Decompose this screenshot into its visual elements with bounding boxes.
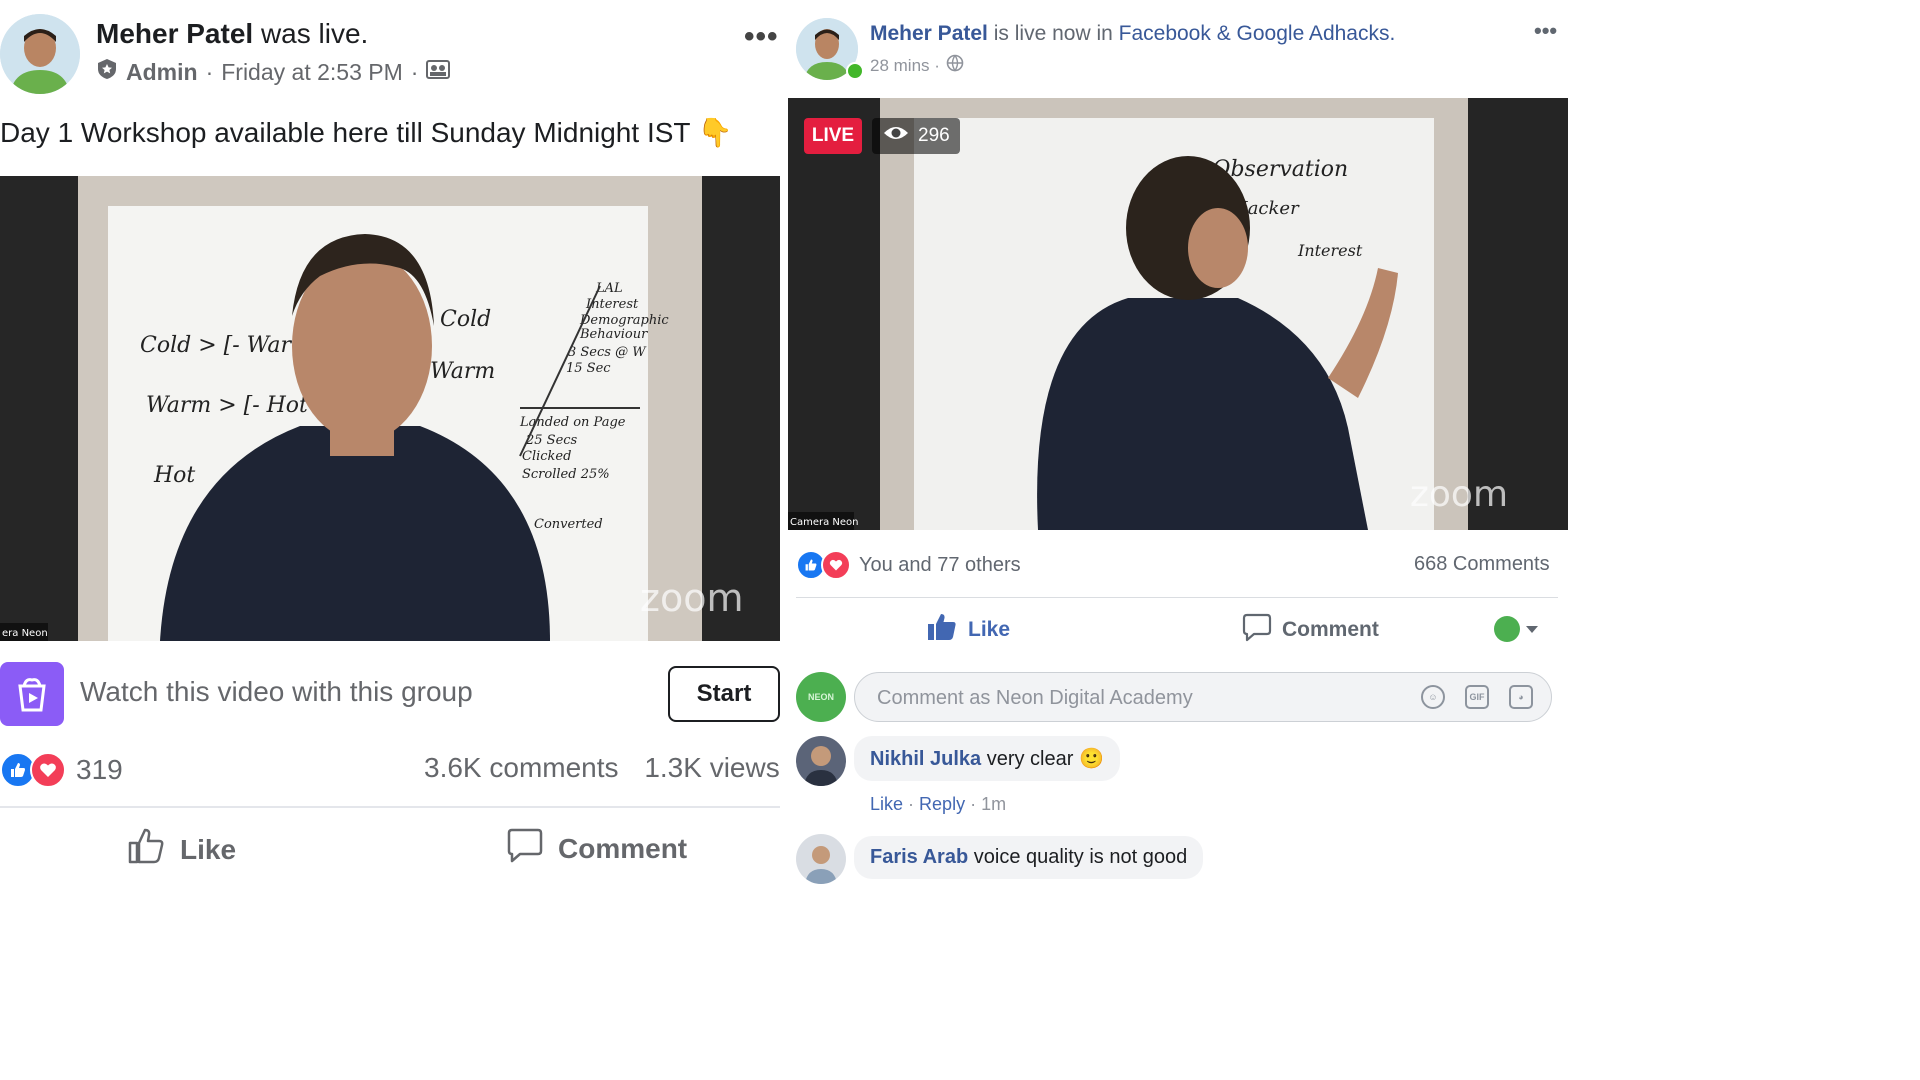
composer-avatar: NEON (796, 672, 846, 722)
comment-like-link[interactable]: Like (870, 794, 903, 814)
love-reaction-icon (30, 752, 66, 788)
live-badge: LIVE (804, 118, 862, 154)
author-name[interactable]: Meher Patel (96, 18, 253, 49)
more-options-icon[interactable]: ••• (744, 20, 779, 54)
globe-icon (946, 54, 964, 77)
wb-text-2: Warm > [- Hot (146, 393, 308, 418)
thumbs-up-icon (926, 612, 958, 648)
wb-text-15: Scrolled 25% (522, 467, 610, 482)
emoji-icon[interactable]: ☺ (1421, 685, 1445, 709)
comments-count[interactable]: 668 Comments (1414, 553, 1550, 576)
wb-text-5: Warm (430, 359, 495, 384)
reactions-summary[interactable]: 319 (0, 752, 123, 788)
comment-text: voice quality is not good (973, 846, 1188, 868)
chevron-down-icon (1526, 625, 1538, 633)
love-reaction-icon (821, 550, 851, 580)
wb-text-9: Behaviour (579, 327, 648, 342)
commenter-avatar[interactable] (796, 834, 846, 884)
like-label: Like (968, 618, 1011, 641)
wb-text-10: 3 Secs @ W (568, 345, 647, 360)
video-frame: Cold > [- Warm - Warm > [- Hot Hot Cold … (0, 176, 780, 641)
comment-time[interactable]: 1m (981, 794, 1006, 814)
views-count: 1.3K views (644, 752, 780, 783)
watch-party-icon (0, 662, 64, 726)
post-time[interactable]: Friday at 2:53 PM (221, 59, 403, 86)
live-video-player[interactable]: / Observation Hacker Interest zoom Camer… (788, 98, 1568, 530)
comment-label: Comment (1282, 618, 1379, 641)
wb-text-4: Cold (440, 307, 491, 332)
group-link[interactable]: Facebook & Google Adhacks. (1119, 22, 1396, 45)
live-status: was live. (260, 18, 369, 49)
comment-reply-link[interactable]: Reply (919, 794, 965, 814)
comment-actions: Like · Reply · 1m (870, 794, 1007, 814)
camera-label: Camera Neon (790, 517, 859, 528)
wb-text-14: Clicked (522, 449, 571, 464)
group-audience-icon (426, 58, 451, 86)
post-meta: Admin · Friday at 2:53 PM · (96, 58, 451, 86)
comment-button[interactable]: Comment (1242, 612, 1379, 648)
divider (0, 806, 780, 808)
video-player[interactable]: Cold > [- Warm - Warm > [- Hot Hot Cold … (0, 176, 780, 641)
start-watch-party-button[interactable]: Start (668, 666, 780, 722)
wb-text-16: Converted (534, 517, 603, 532)
sticker-icon[interactable]: ◕ (1509, 685, 1533, 709)
author-avatar[interactable] (0, 14, 80, 94)
author-name[interactable]: Meher Patel (870, 22, 988, 45)
commenter-avatar[interactable] (796, 736, 846, 786)
comment-bubble: Nikhil Julka very clear 🙂 (854, 736, 1120, 781)
watch-party-text: Watch this video with this group (80, 676, 473, 707)
like-button[interactable]: Like (926, 612, 1010, 648)
zoom-watermark: zoom (1410, 474, 1508, 515)
composer-avatar-text: NEON (807, 692, 834, 702)
reactions-summary[interactable]: You and 77 others (796, 550, 1021, 580)
video-frame: / Observation Hacker Interest zoom Camer… (788, 98, 1568, 530)
post-text: Day 1 Workshop available here till Sunda… (0, 117, 733, 148)
like-button[interactable]: Like (126, 826, 236, 873)
admin-label: Admin (126, 58, 198, 85)
post-stats: 3.6K comments 1.3K views (424, 752, 780, 784)
post-header: Meher Patel is live now in Facebook & Go… (870, 22, 1395, 46)
post-meta: 28 mins · (870, 54, 964, 77)
reactions-text: You and 77 others (859, 553, 1021, 576)
camera-label: era Neon (2, 628, 48, 639)
right-post: Meher Patel is live now in Facebook & Go… (788, 0, 1568, 884)
viewer-count: 296 (918, 125, 950, 146)
gif-icon[interactable]: GIF (1465, 685, 1489, 709)
comment-composer[interactable]: ☺ GIF ◕ (854, 672, 1552, 723)
comment-author[interactable]: Faris Arab (870, 846, 968, 868)
left-post: Meher Patel was live. Admin · Friday at … (0, 0, 780, 883)
page-switcher[interactable] (1494, 616, 1538, 642)
post-header: Meher Patel was live. (96, 18, 368, 50)
zoom-watermark: zoom (640, 576, 743, 620)
wb-text-3: Hot (153, 463, 195, 488)
composer-icons: ☺ GIF ◕ (1421, 685, 1533, 709)
comment-button[interactable]: Comment (506, 826, 687, 871)
comment-label: Comment (558, 832, 688, 864)
page-avatar (1494, 616, 1520, 642)
comment-bubble: Faris Arab voice quality is not good (854, 836, 1204, 879)
wb-text-3: Interest (1297, 241, 1363, 260)
reaction-count: 319 (76, 754, 123, 785)
comment-author[interactable]: Nikhil Julka (870, 748, 981, 770)
eye-icon (882, 124, 910, 148)
wb-text-11: 15 Sec (566, 361, 611, 376)
online-status-dot (846, 62, 864, 80)
comments-count[interactable]: 3.6K comments (424, 752, 619, 783)
thumbs-up-icon (126, 826, 166, 873)
like-label: Like (180, 833, 237, 865)
comment-text: very clear 🙂 (986, 748, 1104, 770)
comment-bubble-icon (506, 826, 544, 871)
post-time[interactable]: 28 mins · (870, 56, 940, 76)
viewer-count-badge: 296 (872, 118, 960, 154)
wb-text-8: Demographic (579, 313, 669, 328)
more-options-icon[interactable]: ••• (1534, 18, 1557, 44)
live-status: is live now in (993, 22, 1113, 45)
comment-bubble-icon (1242, 612, 1272, 648)
comment-input[interactable] (875, 673, 1399, 723)
wb-text-13: 25 Secs (525, 433, 578, 448)
admin-badge-icon (96, 58, 118, 86)
divider (796, 597, 1558, 598)
